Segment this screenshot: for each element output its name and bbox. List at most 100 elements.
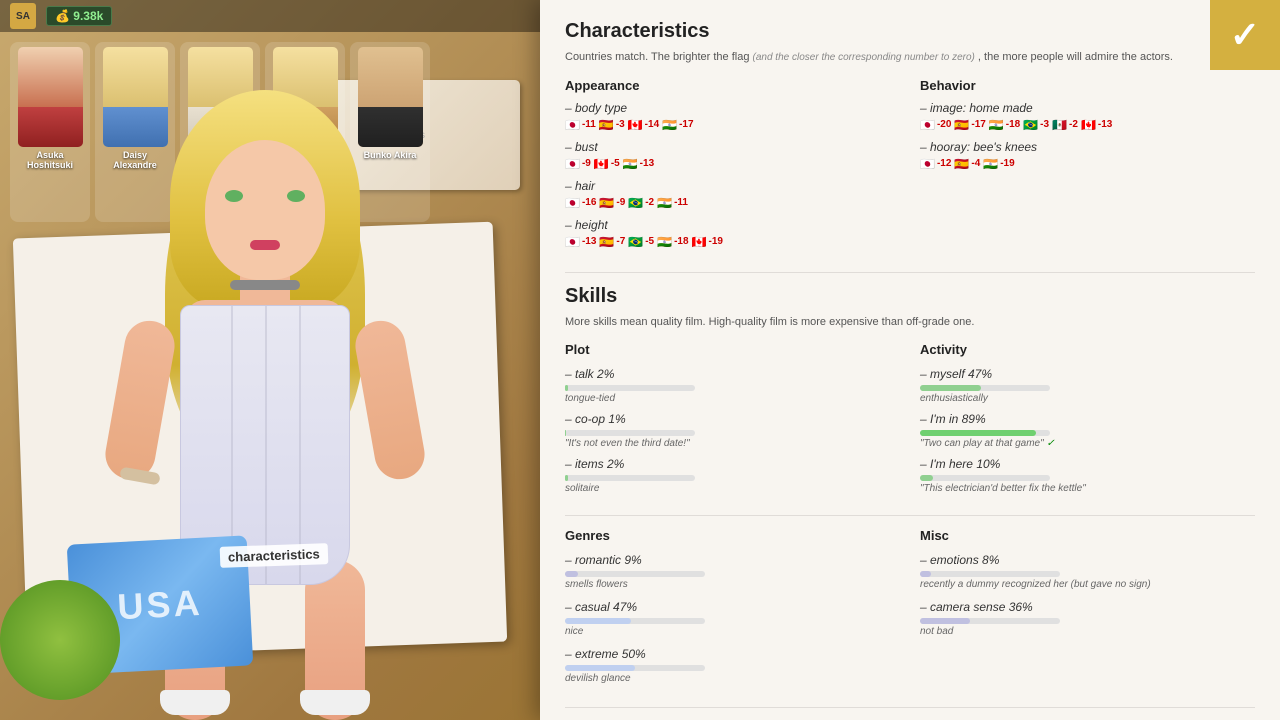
activity-title: Activity <box>920 342 1255 357</box>
talk-bar-container <box>565 385 695 391</box>
romantic-genre: – romantic 9% smells flowers <box>565 551 900 590</box>
flag-jp-body: 🇯🇵-11 <box>565 118 596 132</box>
char-right-arm <box>351 317 428 483</box>
imin-bar <box>920 430 1036 436</box>
flag-in-bust: 🇮🇳-13 <box>623 157 654 171</box>
skills-section: Plot – talk 2% tongue-tied – co-op 1% "I… <box>565 342 1255 500</box>
imhere-bar <box>920 475 933 481</box>
flag-br-image: 🇧🇷-3 <box>1023 118 1049 132</box>
skills-title: Skills <box>565 285 1255 308</box>
usa-text: USA <box>116 582 203 628</box>
flag-br-hair: 🇧🇷-2 <box>628 196 654 210</box>
height-label: – height <box>565 218 900 232</box>
confirm-button[interactable] <box>1210 0 1280 70</box>
emotions-misc: – emotions 8% recently a dummy recognize… <box>920 551 1255 590</box>
emotions-bar <box>920 571 931 577</box>
plot-col: Plot – talk 2% tongue-tied – co-op 1% "I… <box>565 342 900 500</box>
coop-bar-container <box>565 430 695 436</box>
hair-row: – hair 🇯🇵-16 🇪🇸-9 🇧🇷-2 🇮🇳-11 <box>565 179 900 210</box>
height-flags: 🇯🇵-13 🇪🇸-7 🇧🇷-5 🇮🇳-18 🇨🇦-19 <box>565 235 900 249</box>
flag-es-hooray: 🇪🇸-4 <box>954 157 980 171</box>
image-flags: 🇯🇵-20 🇪🇸-17 🇮🇳-18 🇧🇷-3 🇲🇽-2 🇨🇦-13 <box>920 118 1255 132</box>
myself-bar <box>920 385 981 391</box>
image-row: – image: home made 🇯🇵-20 🇪🇸-17 🇮🇳-18 🇧🇷-… <box>920 101 1255 132</box>
bust-flags: 🇯🇵-9 🇨🇦-5 🇮🇳-13 <box>565 157 900 171</box>
bust-row: – bust 🇯🇵-9 🇨🇦-5 🇮🇳-13 <box>565 140 900 171</box>
misc-title: Misc <box>920 528 1255 543</box>
items-skill: – items 2% solitaire <box>565 455 900 494</box>
image-label: – image: home made <box>920 101 1255 115</box>
appearance-title: Appearance <box>565 78 900 93</box>
divider-3 <box>565 707 1255 708</box>
casual-bar-container <box>565 618 705 624</box>
genres-col: Genres – romantic 9% smells flowers – ca… <box>565 528 900 692</box>
hooray-row: – hooray: bee's knees 🇯🇵-12 🇪🇸-4 🇮🇳-19 <box>920 140 1255 171</box>
flag-jp-hooray: 🇯🇵-12 <box>920 157 951 171</box>
romantic-bar <box>565 571 578 577</box>
flag-es-image: 🇪🇸-17 <box>954 118 985 132</box>
flag-ca-height: 🇨🇦-19 <box>692 235 723 249</box>
flag-in-body: 🇮🇳-17 <box>662 118 693 132</box>
emotions-bar-container <box>920 571 1060 577</box>
imin-skill: – I'm in 89% "Two can play at that game"… <box>920 410 1255 449</box>
height-row: – height 🇯🇵-13 🇪🇸-7 🇧🇷-5 🇮🇳-18 🇨🇦-19 <box>565 218 900 249</box>
body-type-flags: 🇯🇵-11 🇪🇸-3 🇨🇦-14 🇮🇳-17 <box>565 118 900 132</box>
money-display: 💰 9.38k <box>46 6 112 26</box>
characteristics-panel: Characteristics Countries match. The bri… <box>540 0 1280 720</box>
skills-subtitle: More skills mean quality film. High-qual… <box>565 314 1255 331</box>
hair-flags: 🇯🇵-16 🇪🇸-9 🇧🇷-2 🇮🇳-11 <box>565 196 900 210</box>
activity-col: Activity – myself 47% enthusiastically –… <box>920 342 1255 500</box>
misc-col: Misc – emotions 8% recently a dummy reco… <box>920 528 1255 692</box>
behavior-col: Behavior – image: home made 🇯🇵-20 🇪🇸-17 … <box>920 78 1255 257</box>
romantic-bar-container <box>565 571 705 577</box>
flag-in-hair: 🇮🇳-11 <box>657 196 688 210</box>
talk-skill: – talk 2% tongue-tied <box>565 365 900 404</box>
appearance-behavior-section: Appearance – body type 🇯🇵-11 🇪🇸-3 🇨🇦-14 … <box>565 78 1255 257</box>
flag-jp-bust: 🇯🇵-9 <box>565 157 591 171</box>
divider-1 <box>565 272 1255 273</box>
behavior-title: Behavior <box>920 78 1255 93</box>
camera-bar-container <box>920 618 1060 624</box>
imhere-bar-container <box>920 475 1050 481</box>
genres-title: Genres <box>565 528 900 543</box>
talk-bar <box>565 385 568 391</box>
flag-es-hair: 🇪🇸-9 <box>599 196 625 210</box>
imhere-skill: – I'm here 10% "This electrician'd bette… <box>920 455 1255 494</box>
flag-jp-hair: 🇯🇵-16 <box>565 196 596 210</box>
panel-title: Characteristics <box>565 20 1255 43</box>
body-type-row: – body type 🇯🇵-11 🇪🇸-3 🇨🇦-14 🇮🇳-17 <box>565 101 900 132</box>
flag-in-image: 🇮🇳-18 <box>989 118 1020 132</box>
myself-skill: – myself 47% enthusiastically <box>920 365 1255 404</box>
char-face <box>205 140 325 280</box>
hair-label: – hair <box>565 179 900 193</box>
casual-genre: – casual 47% nice <box>565 598 900 637</box>
flag-es-height: 🇪🇸-7 <box>599 235 625 249</box>
items-bar <box>565 475 568 481</box>
flag-es-body: 🇪🇸-3 <box>599 118 625 132</box>
flag-mx-image: 🇲🇽-2 <box>1052 118 1078 132</box>
flag-jp-image: 🇯🇵-20 <box>920 118 951 132</box>
bust-label: – bust <box>565 140 900 154</box>
camera-misc: – camera sense 36% not bad <box>920 598 1255 637</box>
flag-ca-image: 🇨🇦-13 <box>1081 118 1112 132</box>
camera-bar <box>920 618 970 624</box>
appearance-col: Appearance – body type 🇯🇵-11 🇪🇸-3 🇨🇦-14 … <box>565 78 900 257</box>
genres-misc-section: Genres – romantic 9% smells flowers – ca… <box>565 528 1255 692</box>
imin-bar-container <box>920 430 1050 436</box>
panel-subtitle: Countries match. The brighter the flag (… <box>565 49 1255 66</box>
coop-bar <box>565 430 566 436</box>
extreme-genre: – extreme 50% devilish glance <box>565 645 900 684</box>
divider-2 <box>565 515 1255 516</box>
player-avatar: SA <box>10 3 36 29</box>
hooray-label: – hooray: bee's knees <box>920 140 1255 154</box>
hooray-flags: 🇯🇵-12 🇪🇸-4 🇮🇳-19 <box>920 157 1255 171</box>
extreme-bar-container <box>565 665 705 671</box>
casual-bar <box>565 618 631 624</box>
extreme-bar <box>565 665 635 671</box>
items-bar-container <box>565 475 695 481</box>
flag-in-height: 🇮🇳-18 <box>657 235 688 249</box>
flag-ca-bust: 🇨🇦-5 <box>594 157 620 171</box>
flag-in-hooray: 🇮🇳-19 <box>983 157 1014 171</box>
coop-skill: – co-op 1% "It's not even the third date… <box>565 410 900 449</box>
characteristics-bottom-label: characteristics <box>220 543 328 568</box>
